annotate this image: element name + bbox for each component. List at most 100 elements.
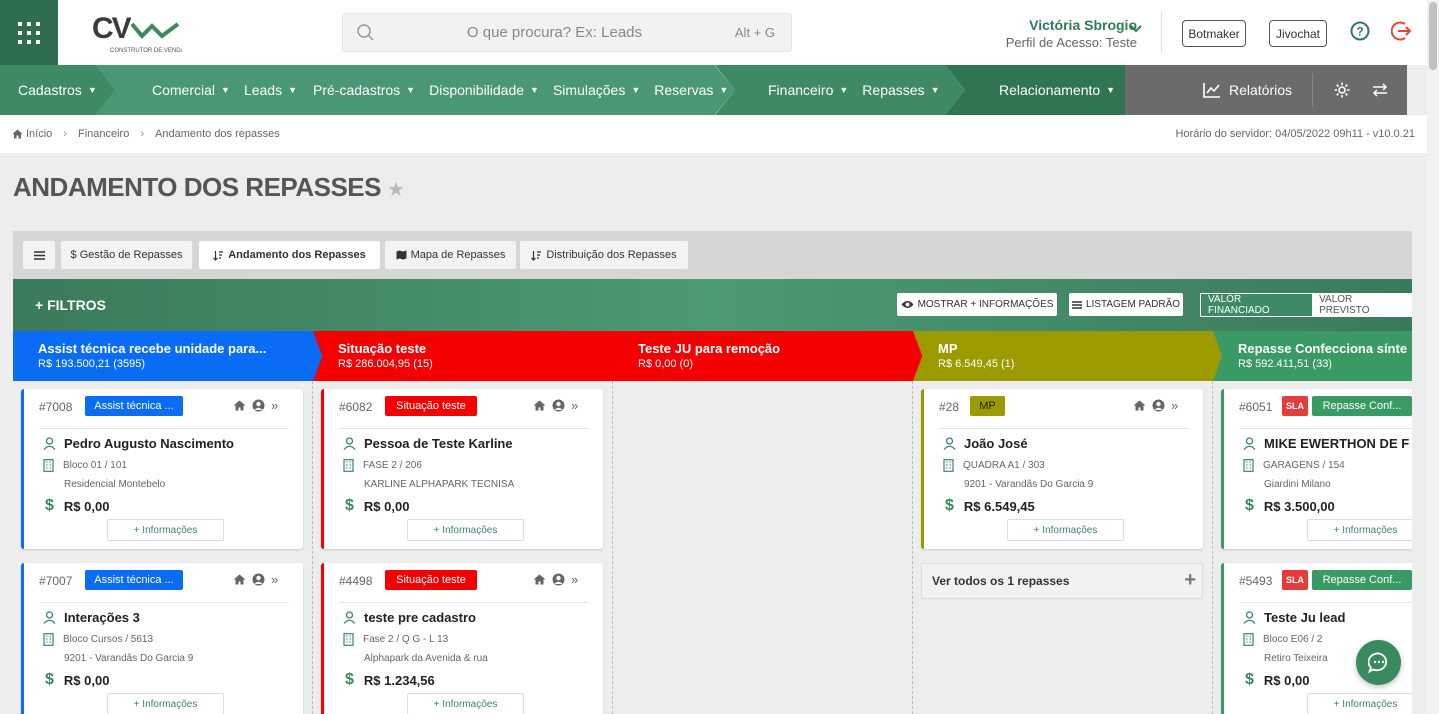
repasse-card[interactable]: #7007 Assist técnica ... » Interações 3 … <box>21 563 303 714</box>
chevron-down-icon[interactable] <box>1130 24 1142 34</box>
favorite-star-icon[interactable]: ★ <box>387 179 405 201</box>
nav-disponibilidade[interactable]: Disponibilidade ▼ <box>429 82 539 98</box>
svg-text:CONSTRUTOR DE VENDAS: CONSTRUTOR DE VENDAS <box>110 48 182 54</box>
nav-repasses[interactable]: Repasses ▼ <box>862 82 939 98</box>
double-chevron-right-icon[interactable]: » <box>271 398 278 413</box>
card-value: R$ 0,00 <box>63 498 110 514</box>
double-chevron-right-icon[interactable]: » <box>1171 398 1178 413</box>
double-chevron-right-icon[interactable]: » <box>271 572 278 587</box>
home-icon[interactable] <box>1133 400 1146 411</box>
repasse-card[interactable]: #5493 SLA Repasse Conf... Teste Ju lead … <box>1221 563 1412 714</box>
card-value: R$ 0,00 <box>63 672 110 688</box>
scrollbar-thumb[interactable] <box>1429 2 1437 70</box>
column-value: R$ 286.004,95 (15) <box>338 358 433 370</box>
home-icon[interactable] <box>533 574 546 585</box>
map-icon <box>396 250 407 260</box>
nav-cadastros[interactable]: Cadastros ▼ <box>18 82 97 98</box>
repasse-card[interactable]: #28 MP » João José QUADRA A1 / 303 9201 … <box>921 389 1203 549</box>
column-header[interactable]: Teste JU para remoção R$ 0,00 (0) <box>613 331 923 381</box>
search-shortcut: Alt + G <box>734 25 775 40</box>
see-all-button[interactable]: Ver todos os 1 repasses + <box>921 563 1203 599</box>
more-info-button[interactable]: + Informações <box>1307 693 1412 714</box>
repasse-card[interactable]: #6082 Situação teste » Pessoa de Teste K… <box>321 389 603 549</box>
svg-text:CV: CV <box>92 12 132 45</box>
repasse-card[interactable]: #6051 SLA Repasse Conf... MIKE EWERTHON … <box>1221 389 1412 549</box>
user-circle-icon[interactable] <box>252 399 265 412</box>
user-menu[interactable]: Victória Sbrogio Perfil de Acesso: Teste <box>1006 17 1137 50</box>
status-badge: Assist técnica ... <box>85 396 183 416</box>
nav-seg-cadastros: Cadastros ▼ <box>0 65 115 115</box>
column-header[interactable]: Assist técnica recebe unidade para... R$… <box>13 331 323 381</box>
swap-icon[interactable] <box>1371 83 1389 97</box>
user-icon <box>43 611 56 624</box>
more-info-button[interactable]: + Informações <box>407 519 524 541</box>
nav-relacionamento[interactable]: Relacionamento ▼ <box>999 82 1115 98</box>
tab-andamento-repasses[interactable]: Andamento dos Repasses <box>199 241 380 269</box>
breadcrumb: Início › Financeiro › Andamento dos repa… <box>0 115 1427 153</box>
double-chevron-right-icon[interactable]: » <box>571 398 578 413</box>
valor-financiado-toggle[interactable]: VALOR FINANCIADO <box>1200 293 1313 317</box>
card-value-row: $ R$ 6.549,45 <box>943 497 1035 515</box>
user-icon <box>43 437 56 450</box>
main-nav: Cadastros ▼ Comercial ▼ Leads ▼ Pré-cadastr… <box>0 65 1427 115</box>
dollar-icon: $ <box>45 671 54 688</box>
filters-toggle[interactable]: + FILTROS <box>35 297 106 313</box>
double-chevron-right-icon[interactable]: » <box>571 572 578 587</box>
botmaker-button[interactable]: Botmaker <box>1182 20 1246 47</box>
tab-gestao-repasses[interactable]: $ Gestão de Repasses <box>61 241 192 269</box>
breadcrumb-inicio[interactable]: Início <box>26 128 52 140</box>
home-icon[interactable] <box>533 400 546 411</box>
jivochat-button[interactable]: Jivochat <box>1269 20 1327 47</box>
more-info-button[interactable]: + Informações <box>107 519 224 541</box>
more-info-button[interactable]: + Informações <box>1307 519 1412 541</box>
nav-financeiro[interactable]: Financeiro ▼ <box>768 82 848 98</box>
search-box[interactable]: O que procura? Ex: Leads Alt + G <box>342 13 792 52</box>
tab-mapa-repasses[interactable]: Mapa de Repasses <box>385 241 516 269</box>
home-icon[interactable] <box>233 400 246 411</box>
card-unit: Bloco E06 / 2 <box>1263 634 1323 645</box>
column-header[interactable]: MP R$ 6.549,45 (1) <box>913 331 1223 381</box>
nav-financeiro-label: Financeiro <box>768 82 834 98</box>
repasse-card[interactable]: #7008 Assist técnica ... » Pedro Augusto… <box>21 389 303 549</box>
user-circle-icon[interactable] <box>552 573 565 586</box>
top-bar: CV CONSTRUTOR DE VENDAS O que procura? E… <box>0 0 1427 65</box>
show-more-info-button[interactable]: MOSTRAR + INFORMAÇÕES <box>897 293 1057 316</box>
card-unit: FASE 2 / 206 <box>363 460 422 471</box>
nav-leads[interactable]: Leads ▼ <box>244 82 297 98</box>
home-icon[interactable] <box>233 574 246 585</box>
nav-reservas[interactable]: Reservas ▼ <box>654 82 728 98</box>
user-circle-icon[interactable] <box>252 573 265 586</box>
nav-comercial[interactable]: Comercial ▼ <box>152 82 230 98</box>
page-scrollbar[interactable] <box>1427 0 1439 714</box>
nav-precadastros[interactable]: Pré-cadastros ▼ <box>313 82 415 98</box>
apps-grid-icon[interactable] <box>0 0 58 65</box>
cv-logo[interactable]: CV CONSTRUTOR DE VENDAS <box>92 8 189 58</box>
valor-previsto-toggle[interactable]: VALOR PREVISTO <box>1312 293 1412 317</box>
logout-icon[interactable] <box>1391 20 1413 42</box>
help-icon[interactable]: ? <box>1350 21 1370 41</box>
more-info-button[interactable]: + Informações <box>1007 519 1124 541</box>
tab-distribuicao-repasses[interactable]: Distribuição dos Repasses <box>520 241 688 269</box>
more-info-button[interactable]: + Informações <box>407 693 524 714</box>
column-title: Situação teste <box>338 341 427 356</box>
chat-button[interactable] <box>1356 640 1401 685</box>
menu-toggle-button[interactable] <box>23 241 55 269</box>
user-name[interactable]: Victória Sbrogio <box>1006 17 1137 33</box>
column-header[interactable]: Situação teste R$ 286.004,95 (15) <box>313 331 623 381</box>
list-default-button[interactable]: LISTAGEM PADRÃO <box>1069 293 1183 316</box>
dollar-icon: $ <box>1245 497 1254 514</box>
repasse-card[interactable]: #4498 Situação teste » teste pre cadastr… <box>321 563 603 714</box>
column-header[interactable]: Repasse Confecciona sínte R$ 592.411,51 … <box>1213 331 1412 381</box>
nav-relatorios[interactable]: Relatórios <box>1203 82 1292 98</box>
user-circle-icon[interactable] <box>552 399 565 412</box>
chevron-down-icon: ▼ <box>930 85 940 95</box>
user-circle-icon[interactable] <box>1152 399 1165 412</box>
chat-bubble-icon <box>1367 652 1387 673</box>
nav-simulacoes[interactable]: Simulações ▼ <box>553 82 640 98</box>
gear-icon[interactable] <box>1333 81 1351 99</box>
card-project: Giardini Milano <box>1264 479 1331 490</box>
card-project: 9201 - Varandãs Do Garcia 9 <box>964 479 1094 490</box>
card-person-name: Pessoa de Teste Karline <box>364 436 513 451</box>
breadcrumb-financeiro[interactable]: Financeiro <box>78 128 129 140</box>
more-info-button[interactable]: + Informações <box>107 693 224 714</box>
